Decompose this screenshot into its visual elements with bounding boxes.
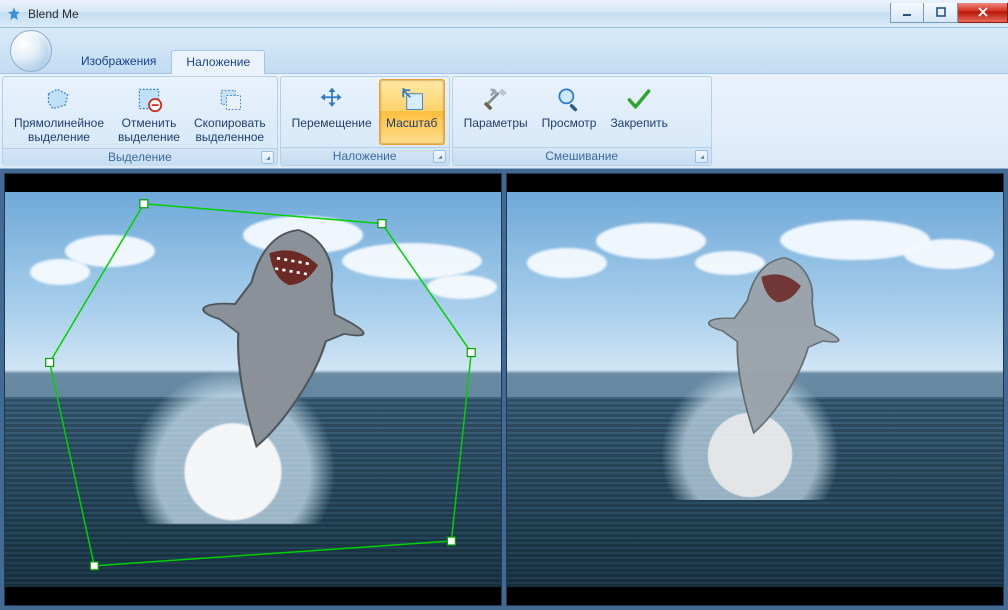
target-image xyxy=(507,192,1003,587)
tools-icon xyxy=(480,83,512,115)
group-selection-launcher[interactable] xyxy=(261,151,274,164)
close-button[interactable] xyxy=(958,3,1008,23)
cancel-selection-icon xyxy=(133,83,165,115)
parameters-label: Параметры xyxy=(464,117,528,131)
tab-overlay[interactable]: Наложение xyxy=(171,50,265,74)
magnifier-icon xyxy=(553,83,585,115)
copy-selection-button[interactable]: Скопировать выделенное xyxy=(187,79,273,146)
parameters-button[interactable]: Параметры xyxy=(457,79,535,145)
polygonal-selection-label-2: выделение xyxy=(28,131,90,145)
move-label: Перемещение xyxy=(292,117,372,131)
checkmark-icon xyxy=(623,83,655,115)
ribbon-group-selection-label: Выделение xyxy=(3,148,277,166)
ribbon-tab-strip: Изображения Наложение xyxy=(0,28,1008,74)
move-button[interactable]: Перемещение xyxy=(285,79,379,145)
ribbon-group-blend-label: Смешивание xyxy=(453,147,711,165)
window-controls xyxy=(890,5,1008,23)
copy-selection-label-1: Скопировать xyxy=(194,117,266,131)
target-image-pane[interactable] xyxy=(506,173,1004,606)
polygonal-selection-label-1: Прямолинейное xyxy=(14,117,104,131)
maximize-button[interactable] xyxy=(924,3,958,23)
group-blend-launcher[interactable] xyxy=(695,150,708,163)
source-image-pane[interactable] xyxy=(4,173,502,606)
ribbon-group-selection: Прямолинейное выделение Отменить выделен… xyxy=(2,76,278,166)
minimize-button[interactable] xyxy=(890,3,924,23)
commit-label: Закрепить xyxy=(610,117,667,131)
polygonal-selection-button[interactable]: Прямолинейное выделение xyxy=(7,79,111,146)
copy-selection-label-2: выделенное xyxy=(196,131,265,145)
polygon-lasso-icon xyxy=(43,83,75,115)
copy-selection-icon xyxy=(214,83,246,115)
cancel-selection-label-1: Отменить xyxy=(122,117,177,131)
title-bar: Blend Me xyxy=(0,0,1008,28)
preview-button[interactable]: Просмотр xyxy=(535,79,604,145)
cancel-selection-label-2: выделение xyxy=(118,131,180,145)
app-orb-button[interactable] xyxy=(10,30,52,72)
scale-button[interactable]: Масштаб xyxy=(379,79,445,145)
group-overlay-launcher[interactable] xyxy=(433,150,446,163)
cancel-selection-button[interactable]: Отменить выделение xyxy=(111,79,187,146)
scale-icon xyxy=(396,83,428,115)
ribbon-tabs: Изображения Наложение xyxy=(66,49,265,73)
preview-label: Просмотр xyxy=(542,117,597,131)
window-title: Blend Me xyxy=(28,7,79,21)
app-star-icon xyxy=(6,6,22,22)
group-selection-text: Выделение xyxy=(108,150,172,164)
group-overlay-text: Наложение xyxy=(333,149,397,163)
ribbon-group-overlay: Перемещение Масштаб Наложение xyxy=(280,76,450,166)
move-arrows-icon xyxy=(316,83,348,115)
ribbon-group-blend: Параметры Просмотр Закрепить Смешивани xyxy=(452,76,712,166)
selection-polygon[interactable] xyxy=(5,174,501,601)
ribbon-body: Прямолинейное выделение Отменить выделен… xyxy=(0,74,1008,169)
workspace xyxy=(0,169,1008,610)
commit-button[interactable]: Закрепить xyxy=(603,79,674,145)
group-blend-text: Смешивание xyxy=(545,149,618,163)
ribbon-group-overlay-label: Наложение xyxy=(281,147,449,165)
scale-label: Масштаб xyxy=(386,117,437,131)
tab-images[interactable]: Изображения xyxy=(66,49,171,73)
